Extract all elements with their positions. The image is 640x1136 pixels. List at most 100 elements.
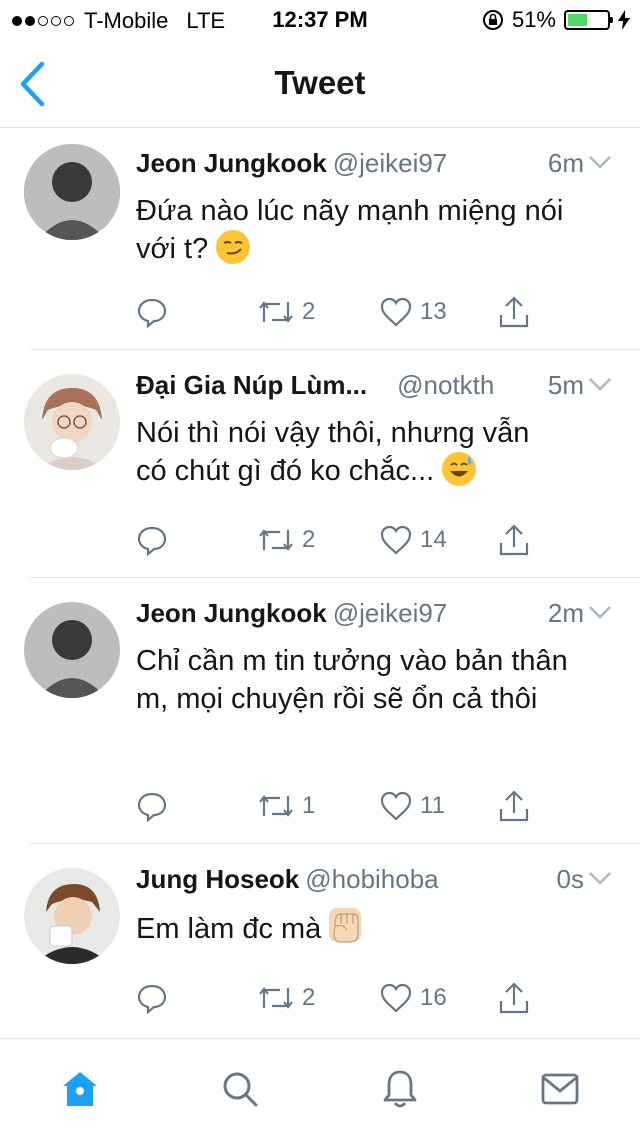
timestamp: 5m bbox=[547, 370, 584, 400]
tweet-text: Nói thì nói vậy thôi, nhưng vẫn có chút … bbox=[136, 414, 556, 490]
like-count: 13 bbox=[420, 298, 447, 325]
username[interactable]: @hobihoba bbox=[305, 864, 438, 894]
timestamp: 6m bbox=[547, 148, 584, 178]
tweet-actions: 2 16 bbox=[136, 980, 556, 1020]
share-icon bbox=[499, 790, 529, 822]
page-title: Tweet bbox=[274, 64, 366, 101]
timestamp: 0s bbox=[556, 864, 584, 894]
tweet-actions: 1 11 bbox=[136, 788, 556, 828]
raised-fist-emoji bbox=[329, 908, 362, 943]
tweet-text: Đứa nào lúc nãy mạnh miệng nói với t? bbox=[136, 192, 606, 268]
heart-icon bbox=[380, 297, 412, 327]
avatar[interactable] bbox=[24, 374, 120, 470]
status-bar: T-Mobile LTE 12:37 PM 51% bbox=[0, 0, 640, 40]
tweet-actions: 2 14 bbox=[136, 522, 556, 562]
share-button[interactable] bbox=[498, 294, 530, 330]
retweet-button[interactable]: 2 bbox=[258, 522, 315, 558]
retweet-button[interactable]: 2 bbox=[258, 980, 315, 1016]
reply-icon bbox=[137, 298, 167, 328]
reply-icon bbox=[137, 984, 167, 1014]
like-button[interactable]: 14 bbox=[380, 522, 447, 558]
avatar-image bbox=[24, 868, 120, 964]
orientation-lock-icon bbox=[482, 10, 503, 30]
heart-icon bbox=[380, 791, 412, 821]
retweet-button[interactable]: 2 bbox=[258, 294, 315, 330]
username[interactable]: @jeikei97 bbox=[333, 598, 448, 628]
status-right: 51% bbox=[482, 7, 630, 33]
tweet-item[interactable]: Jeon Jungkook @jeikei97 6m Đứa nào lúc nã… bbox=[0, 128, 640, 350]
share-button[interactable] bbox=[498, 980, 530, 1016]
reply-button[interactable] bbox=[136, 522, 168, 558]
chevron-down-icon[interactable] bbox=[588, 870, 612, 886]
tweet-header: Jung Hoseok @hobihoba 0s bbox=[136, 864, 620, 896]
retweet-count: 2 bbox=[302, 984, 316, 1011]
share-button[interactable] bbox=[498, 522, 530, 558]
battery-percent: 51% bbox=[511, 7, 556, 32]
tweet-text: Em làm đc mà bbox=[136, 908, 606, 948]
heart-icon bbox=[380, 983, 412, 1013]
reply-icon bbox=[137, 526, 167, 556]
avatar[interactable] bbox=[24, 144, 120, 240]
heart-icon bbox=[380, 525, 412, 555]
tweet-text: Chỉ cần m tin tưởng vào bản thân m, mọi … bbox=[136, 645, 568, 715]
tweet-item[interactable]: Đại Gia Núp Lùm... @notkth 5m Nói thì nói… bbox=[0, 350, 640, 578]
reply-button[interactable] bbox=[136, 294, 168, 330]
search-icon bbox=[223, 1072, 258, 1107]
like-count: 14 bbox=[420, 526, 447, 553]
retweet-button[interactable]: 1 bbox=[258, 788, 315, 824]
chevron-down-icon[interactable] bbox=[588, 604, 612, 620]
display-name[interactable]: Jung Hoseok bbox=[136, 864, 299, 894]
like-count: 16 bbox=[420, 984, 447, 1011]
chevron-down-icon[interactable] bbox=[588, 376, 612, 392]
share-icon bbox=[499, 982, 529, 1014]
avatar[interactable] bbox=[24, 868, 120, 964]
retweet-count: 2 bbox=[302, 526, 316, 553]
retweet-count: 1 bbox=[302, 792, 316, 819]
username[interactable]: @notkth bbox=[397, 370, 494, 400]
avatar-image bbox=[24, 144, 120, 240]
retweet-icon bbox=[259, 301, 293, 323]
tweet-header: Đại Gia Núp Lùm... @notkth 5m bbox=[136, 370, 620, 402]
battery-icon bbox=[564, 10, 613, 30]
retweet-count: 2 bbox=[302, 298, 316, 325]
like-count: 11 bbox=[420, 792, 445, 819]
tweet-text-content: Đứa nào lúc nãy mạnh miệng nói với t? bbox=[136, 195, 564, 265]
retweet-icon bbox=[259, 529, 293, 551]
tab-messages[interactable] bbox=[538, 1067, 582, 1111]
tweet-item[interactable]: Jeon Jungkook @jeikei97 2m Chỉ cần m tin … bbox=[0, 578, 640, 844]
smirk-emoji bbox=[216, 230, 251, 264]
like-button[interactable]: 16 bbox=[380, 980, 447, 1016]
tweet-item[interactable]: Jung Hoseok @hobihoba 0s Em làm đc mà 2 1… bbox=[0, 844, 640, 1034]
display-name[interactable]: Đại Gia Núp Lùm... bbox=[136, 370, 367, 400]
tweet-header: Jeon Jungkook @jeikei97 2m bbox=[136, 598, 620, 630]
like-button[interactable]: 11 bbox=[380, 788, 445, 824]
retweet-icon bbox=[259, 987, 293, 1009]
home-icon bbox=[63, 1072, 97, 1106]
like-button[interactable]: 13 bbox=[380, 294, 447, 330]
tab-home[interactable] bbox=[58, 1067, 102, 1111]
tweet-actions: 2 13 bbox=[136, 294, 556, 334]
avatar-image bbox=[24, 374, 120, 470]
tab-search[interactable] bbox=[218, 1067, 262, 1111]
retweet-icon bbox=[259, 795, 293, 817]
display-name[interactable]: Jeon Jungkook bbox=[136, 148, 327, 178]
share-icon bbox=[499, 296, 529, 328]
reply-icon bbox=[137, 792, 167, 822]
username[interactable]: @jeikei97 bbox=[333, 148, 448, 178]
avatar-image bbox=[24, 602, 120, 698]
tweet-header: Jeon Jungkook @jeikei97 6m bbox=[136, 148, 620, 180]
chevron-down-icon[interactable] bbox=[588, 154, 612, 170]
charging-bolt-icon bbox=[618, 10, 630, 30]
reply-button[interactable] bbox=[136, 980, 168, 1016]
display-name[interactable]: Jeon Jungkook bbox=[136, 598, 327, 628]
navigation-bar: Tweet bbox=[0, 40, 640, 128]
tweet-text-content: Em làm đc mà bbox=[136, 913, 322, 945]
avatar[interactable] bbox=[24, 602, 120, 698]
tab-notifications[interactable] bbox=[378, 1067, 422, 1111]
reply-button[interactable] bbox=[136, 788, 168, 824]
messages-icon bbox=[541, 1073, 579, 1105]
tab-bar bbox=[0, 1038, 640, 1136]
sweat-smile-emoji bbox=[442, 452, 477, 486]
share-button[interactable] bbox=[498, 788, 530, 824]
notifications-icon bbox=[383, 1070, 417, 1108]
